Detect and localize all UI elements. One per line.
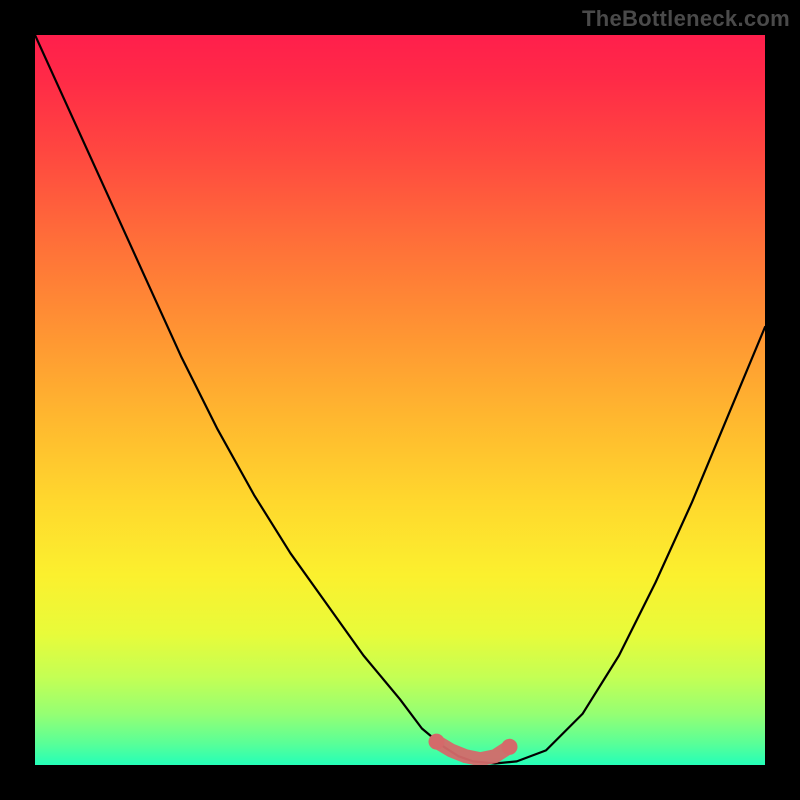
chart-svg (35, 35, 765, 765)
plot-area (35, 35, 765, 765)
chart-frame: TheBottleneck.com (0, 0, 800, 800)
curve-highlight (429, 734, 518, 760)
bottleneck-curve (35, 35, 765, 764)
watermark-text: TheBottleneck.com (582, 6, 790, 32)
